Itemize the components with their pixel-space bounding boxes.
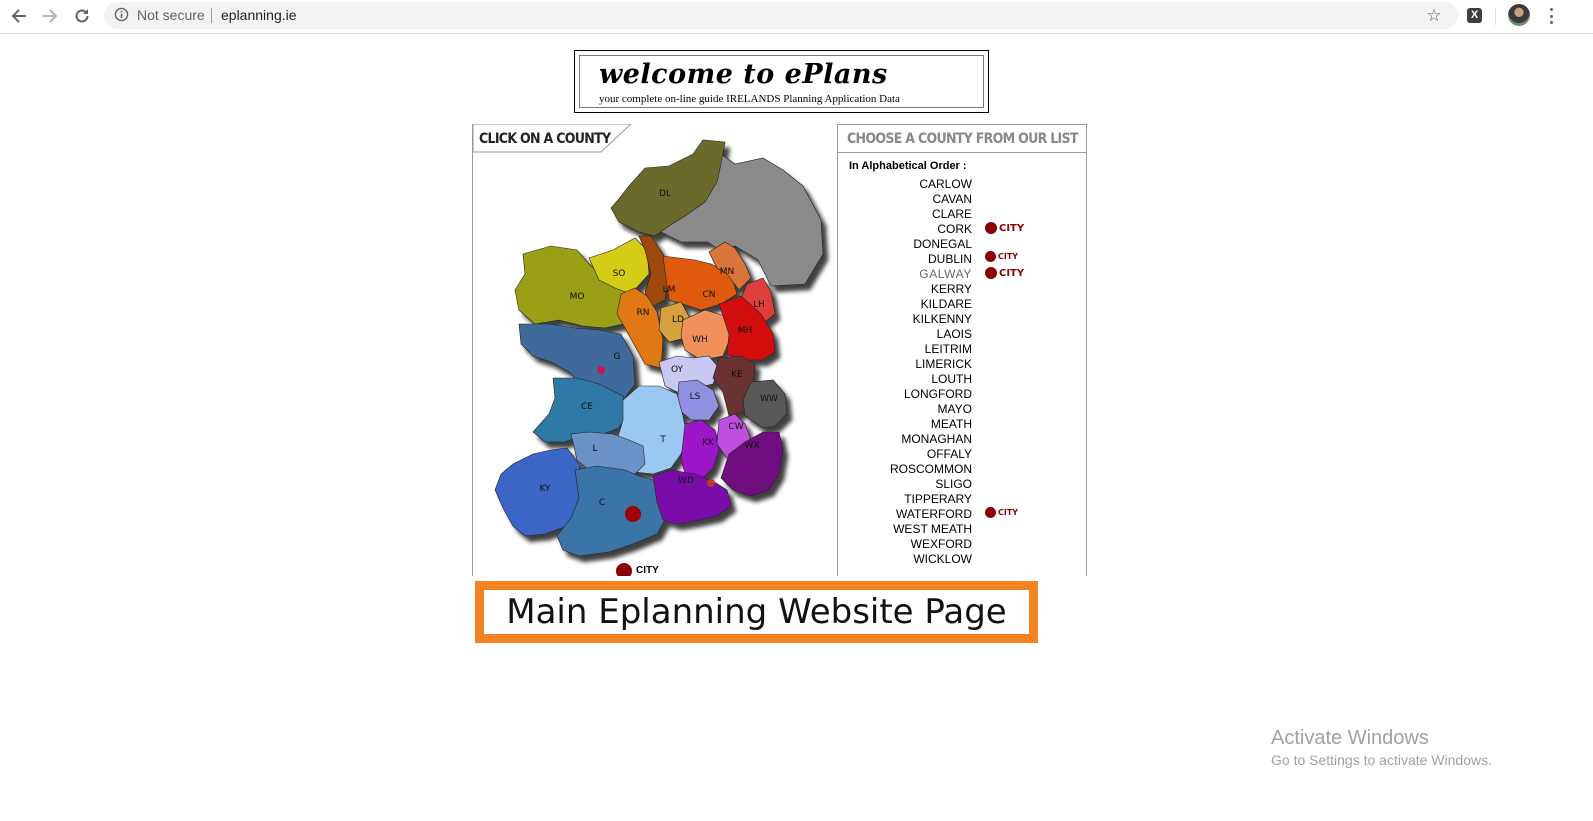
svg-text:RN: RN [637,308,650,318]
svg-text:SO: SO [613,269,626,279]
back-arrow-icon [11,9,26,23]
county-link-limerick[interactable]: LIMERICK [837,357,972,372]
county-link-kerry[interactable]: KERRY [837,282,972,297]
county-link-leitrim[interactable]: LEITRIM [837,342,972,357]
county-link-cavan[interactable]: CAVAN [837,192,972,207]
back-button[interactable] [6,4,32,28]
welcome-banner: welcome to ePlans your complete on-line … [574,50,989,113]
map-city-legend: CITY [636,565,659,576]
county-link-carlow[interactable]: CARLOW [837,177,972,192]
browser-menu-icon[interactable] [1543,5,1559,27]
county-link-meath[interactable]: MEATH [837,417,972,432]
county-link-donegal[interactable]: DONEGAL [837,237,972,252]
cork-city-link[interactable]: CITY [985,222,1024,234]
address-bar[interactable]: Not secure eplanning.ie [104,2,1458,29]
svg-text:MN: MN [720,267,735,277]
county-link-westmeath[interactable]: WEST MEATH [837,522,972,537]
svg-text:LD: LD [672,315,684,325]
county-link-offaly[interactable]: OFFALY [837,447,972,462]
city-dot-icon [985,251,996,262]
alphabetical-order-title: In Alphabetical Order : [849,160,967,172]
svg-text:WD: WD [678,476,694,486]
omnibox-separator [211,8,212,23]
map-header: CLICK ON A COUNTY [479,131,611,147]
county-link-kildare[interactable]: KILDARE [837,297,972,312]
dublin-city-link[interactable]: CITY [985,251,1018,262]
svg-text:WW: WW [760,394,778,404]
watermark-title: Activate Windows [1271,727,1429,749]
toolbar-divider [1495,8,1496,25]
list-header-top-line [837,124,1086,125]
svg-text:L: L [592,444,597,454]
activate-windows-watermark: Activate Windows Go to Settings to activ… [1271,727,1492,768]
svg-text:OY: OY [671,365,684,375]
waterford-city-link[interactable]: CITY [985,507,1018,518]
city-dot-icon [985,222,997,234]
url-text[interactable]: eplanning.ie [221,7,297,23]
extension-icon[interactable]: X [1467,8,1482,23]
city-dot-icon [985,507,996,518]
banner-subtitle: your complete on-line guide IRELANDS Pla… [599,93,900,105]
svg-text:CW: CW [728,422,743,432]
profile-avatar[interactable] [1508,4,1530,26]
security-label[interactable]: Not secure [137,7,205,23]
svg-text:CE: CE [581,402,593,412]
bookmark-star-icon[interactable]: ☆ [1422,4,1446,28]
svg-text:LS: LS [690,392,701,402]
svg-text:LM: LM [663,285,676,295]
svg-text:LH: LH [753,300,765,310]
svg-text:KK: KK [702,438,715,448]
forward-arrow-icon [43,9,58,23]
county-link-kilkenny[interactable]: KILKENNY [837,312,972,327]
banner-title: welcome to ePlans [599,59,888,90]
county-link-clare[interactable]: CLARE [837,207,972,222]
county-link-wicklow[interactable]: WICKLOW [837,552,972,567]
svg-text:G: G [614,352,621,362]
county-link-louth[interactable]: LOUTH [837,372,972,387]
galway-city-link[interactable]: CITY [985,267,1024,279]
county-link-monaghan[interactable]: MONAGHAN [837,432,972,447]
reload-button[interactable] [69,4,95,28]
svg-text:MH: MH [738,326,753,336]
svg-text:WH: WH [692,335,708,345]
city-label: CITY [998,252,1019,261]
info-icon[interactable] [114,7,129,22]
county-link-wexford[interactable]: WEXFORD [837,537,972,552]
main-website-button[interactable]: Main Eplanning Website Page [475,581,1038,643]
watermark-subtitle: Go to Settings to activate Windows. [1271,752,1492,768]
county-link-sligo[interactable]: SLIGO [837,477,972,492]
svg-text:MO: MO [570,292,585,302]
svg-text:DL: DL [659,189,671,199]
county-region-ww[interactable] [742,379,788,429]
county-link-tipperary[interactable]: TIPPERARY [837,492,972,507]
svg-text:KY: KY [539,484,551,494]
forward-button[interactable] [37,4,63,28]
city-dot-icon [985,267,997,279]
county-list-panel: CHOOSE A COUNTY FROM OUR LIST In Alphabe… [837,124,1087,576]
svg-text:C: C [599,498,605,508]
svg-text:WX: WX [744,441,759,451]
city-label: CITY [998,508,1019,517]
browser-toolbar: Not secure eplanning.ie ☆ X [0,0,1593,34]
svg-text:T: T [659,435,666,445]
county-link-waterford[interactable]: WATERFORD [837,507,972,522]
county-link-laois[interactable]: LAOIS [837,327,972,342]
county-link-longford[interactable]: LONGFORD [837,387,972,402]
list-header-line [837,152,1086,153]
county-link-mayo[interactable]: MAYO [837,402,972,417]
city-label: CITY [999,267,1025,279]
list-header: CHOOSE A COUNTY FROM OUR LIST [847,131,1078,147]
city-label: CITY [999,222,1025,234]
county-link-galway[interactable]: GALWAY [837,267,972,282]
county-link-dublin[interactable]: DUBLIN [837,252,972,267]
svg-text:CN: CN [702,290,715,300]
county-link-cork[interactable]: CORK [837,222,972,237]
county-map-panel: DL MO SO LM CN MN LH RN LD WH MH G OY KE… [472,124,838,576]
reload-icon [75,9,89,23]
main-website-label: Main Eplanning Website Page [506,592,1007,632]
county-link-roscommon[interactable]: ROSCOMMON [837,462,972,477]
county-list: CARLOW CAVAN CLARE CORK DONEGAL DUBLIN G… [837,177,972,567]
svg-text:KE: KE [731,370,743,380]
ireland-county-map[interactable]: DL MO SO LM CN MN LH RN LD WH MH G OY KE… [473,124,837,576]
